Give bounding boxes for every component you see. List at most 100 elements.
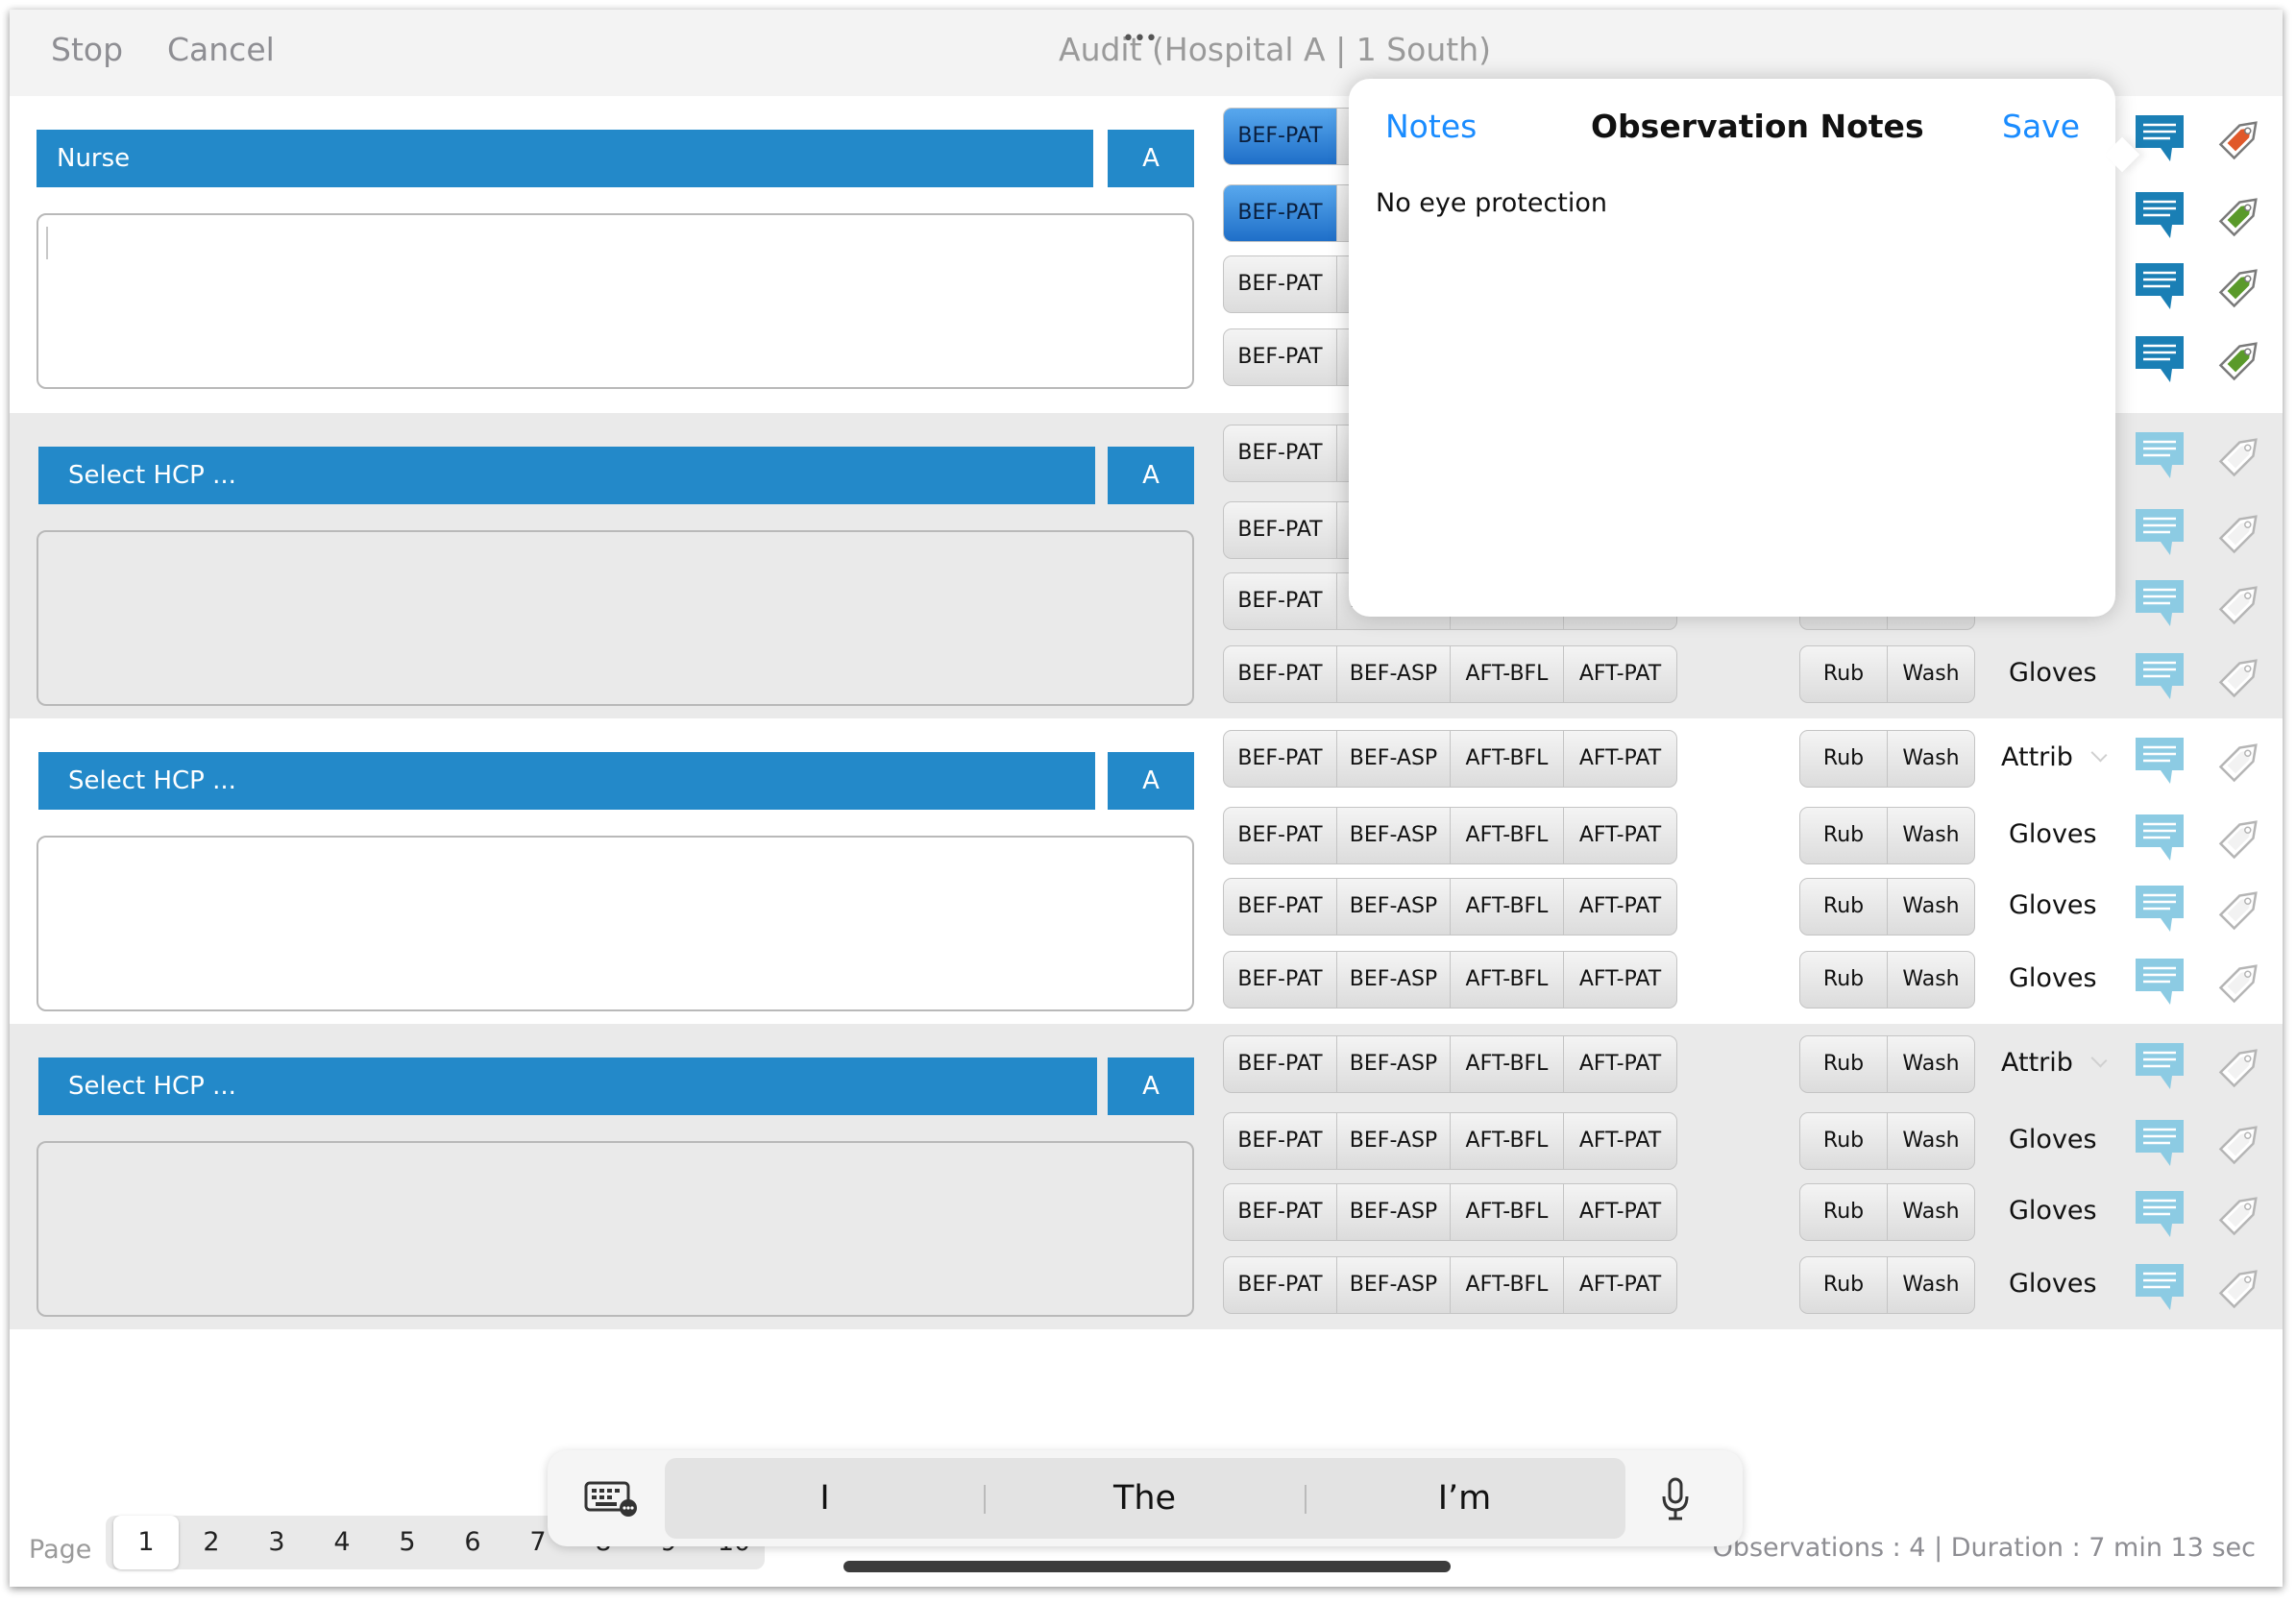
note-icon[interactable] xyxy=(2132,259,2187,317)
ppe-selector[interactable]: Attrib xyxy=(2001,730,2073,786)
ppe-selector[interactable]: Gloves xyxy=(2009,1256,2097,1312)
note-icon[interactable] xyxy=(2132,811,2187,868)
moment-option-aft-bfl[interactable]: AFT-BFL xyxy=(1451,879,1564,935)
moment-option-bef-pat[interactable]: BEF-PAT xyxy=(1224,808,1337,863)
moment-option-aft-bfl[interactable]: AFT-BFL xyxy=(1451,808,1564,863)
tag-icon[interactable] xyxy=(2212,505,2268,563)
tag-icon[interactable] xyxy=(2212,1260,2268,1318)
moment-option-aft-pat[interactable]: AFT-PAT xyxy=(1564,808,1676,863)
home-indicator[interactable] xyxy=(843,1561,1451,1572)
moment-option-bef-pat[interactable]: BEF-PAT xyxy=(1224,1184,1337,1240)
hand-option-rub[interactable]: Rub xyxy=(1800,1036,1888,1092)
tag-icon[interactable] xyxy=(2212,188,2268,246)
note-icon[interactable] xyxy=(2132,1260,2187,1318)
note-icon[interactable] xyxy=(2132,1187,2187,1245)
moment-option-bef-pat[interactable]: BEF-PAT xyxy=(1224,109,1337,164)
moment-option-aft-pat[interactable]: AFT-PAT xyxy=(1564,879,1676,935)
microphone-icon[interactable] xyxy=(1660,1477,1691,1525)
ppe-selector[interactable]: Gloves xyxy=(2009,878,2097,934)
hcp-type-button[interactable]: A xyxy=(1108,130,1194,187)
moment-option-aft-bfl[interactable]: AFT-BFL xyxy=(1451,952,1564,1008)
page-3-button[interactable]: 3 xyxy=(244,1516,309,1569)
tag-icon[interactable] xyxy=(2212,576,2268,634)
tag-icon[interactable] xyxy=(2212,882,2268,939)
moment-option-bef-pat[interactable]: BEF-PAT xyxy=(1224,185,1337,241)
hcp-selector[interactable]: Select HCP ... xyxy=(38,752,1095,810)
moment-option-bef-pat[interactable]: BEF-PAT xyxy=(1224,425,1337,481)
page-6-button[interactable]: 6 xyxy=(440,1516,505,1569)
hand-option-wash[interactable]: Wash xyxy=(1888,952,1974,1008)
moment-option-bef-pat[interactable]: BEF-PAT xyxy=(1224,329,1337,385)
hand-option-rub[interactable]: Rub xyxy=(1800,731,1888,787)
moment-option-bef-asp[interactable]: BEF-ASP xyxy=(1337,879,1451,935)
note-icon[interactable] xyxy=(2132,332,2187,390)
ppe-selector[interactable]: Gloves xyxy=(2009,645,2097,701)
tag-icon[interactable] xyxy=(2212,734,2268,791)
hcp-selector[interactable]: Select HCP ... xyxy=(38,447,1095,504)
notes-back-button[interactable]: Notes xyxy=(1385,108,1477,145)
tag-icon[interactable] xyxy=(2212,1039,2268,1097)
moment-option-aft-pat[interactable]: AFT-PAT xyxy=(1564,1257,1676,1313)
moment-option-bef-asp[interactable]: BEF-ASP xyxy=(1337,1184,1451,1240)
hcp-type-button[interactable]: A xyxy=(1108,1057,1194,1115)
moment-option-bef-asp[interactable]: BEF-ASP xyxy=(1337,1113,1451,1169)
hcp-notes-field[interactable] xyxy=(37,836,1194,1011)
tag-icon[interactable] xyxy=(2212,428,2268,486)
moment-option-bef-asp[interactable]: BEF-ASP xyxy=(1337,808,1451,863)
ppe-selector[interactable]: Attrib xyxy=(2001,1035,2073,1091)
note-icon[interactable] xyxy=(2132,734,2187,791)
moment-option-aft-bfl[interactable]: AFT-BFL xyxy=(1451,646,1564,702)
ppe-selector[interactable]: Gloves xyxy=(2009,807,2097,863)
multitasking-grip-icon[interactable]: ••• xyxy=(1122,27,1158,51)
moment-option-aft-pat[interactable]: AFT-PAT xyxy=(1564,1036,1676,1092)
moment-option-bef-pat[interactable]: BEF-PAT xyxy=(1224,1257,1337,1313)
hand-option-wash[interactable]: Wash xyxy=(1888,1036,1974,1092)
hand-option-rub[interactable]: Rub xyxy=(1800,1184,1888,1240)
moment-option-bef-pat[interactable]: BEF-PAT xyxy=(1224,256,1337,312)
page-5-button[interactable]: 5 xyxy=(375,1516,440,1569)
moment-option-aft-pat[interactable]: AFT-PAT xyxy=(1564,1113,1676,1169)
suggestion-3[interactable]: I’m xyxy=(1305,1458,1624,1539)
moment-option-bef-asp[interactable]: BEF-ASP xyxy=(1337,731,1451,787)
moment-option-bef-pat[interactable]: BEF-PAT xyxy=(1224,502,1337,558)
hand-option-rub[interactable]: Rub xyxy=(1800,646,1888,702)
tag-icon[interactable] xyxy=(2212,1116,2268,1174)
note-icon[interactable] xyxy=(2132,1116,2187,1174)
note-icon[interactable] xyxy=(2132,188,2187,246)
ppe-selector[interactable]: Gloves xyxy=(2009,1112,2097,1168)
moment-option-aft-bfl[interactable]: AFT-BFL xyxy=(1451,1113,1564,1169)
hand-option-rub[interactable]: Rub xyxy=(1800,1257,1888,1313)
hand-option-rub[interactable]: Rub xyxy=(1800,808,1888,863)
moment-option-bef-asp[interactable]: BEF-ASP xyxy=(1337,646,1451,702)
suggestion-1[interactable]: I xyxy=(665,1458,985,1539)
moment-option-aft-bfl[interactable]: AFT-BFL xyxy=(1451,1184,1564,1240)
moment-option-aft-bfl[interactable]: AFT-BFL xyxy=(1451,731,1564,787)
page-4-button[interactable]: 4 xyxy=(309,1516,375,1569)
page-1-button[interactable]: 1 xyxy=(113,1516,179,1569)
hcp-selector[interactable]: Nurse xyxy=(37,130,1093,187)
hand-option-wash[interactable]: Wash xyxy=(1888,808,1974,863)
stop-button[interactable]: Stop xyxy=(51,31,123,68)
moment-option-aft-pat[interactable]: AFT-PAT xyxy=(1564,1184,1676,1240)
suggestion-2[interactable]: The xyxy=(985,1458,1305,1539)
moment-option-bef-pat[interactable]: BEF-PAT xyxy=(1224,1113,1337,1169)
note-icon[interactable] xyxy=(2132,111,2187,169)
hand-option-rub[interactable]: Rub xyxy=(1800,879,1888,935)
moment-option-bef-asp[interactable]: BEF-ASP xyxy=(1337,952,1451,1008)
moment-option-aft-pat[interactable]: AFT-PAT xyxy=(1564,731,1676,787)
moment-option-aft-bfl[interactable]: AFT-BFL xyxy=(1451,1257,1564,1313)
tag-icon[interactable] xyxy=(2212,332,2268,390)
hand-option-wash[interactable]: Wash xyxy=(1888,731,1974,787)
moment-option-bef-asp[interactable]: BEF-ASP xyxy=(1337,1036,1451,1092)
tag-icon[interactable] xyxy=(2212,955,2268,1012)
cancel-button[interactable]: Cancel xyxy=(167,31,275,68)
note-icon[interactable] xyxy=(2132,1039,2187,1097)
hcp-type-button[interactable]: A xyxy=(1108,752,1194,810)
ppe-selector[interactable]: Gloves xyxy=(2009,1183,2097,1239)
moment-option-bef-pat[interactable]: BEF-PAT xyxy=(1224,952,1337,1008)
observation-notes-textarea[interactable]: No eye protection xyxy=(1376,188,2087,572)
hand-option-wash[interactable]: Wash xyxy=(1888,1113,1974,1169)
moment-option-bef-asp[interactable]: BEF-ASP xyxy=(1337,1257,1451,1313)
hcp-type-button[interactable]: A xyxy=(1108,447,1194,504)
hand-option-wash[interactable]: Wash xyxy=(1888,1257,1974,1313)
